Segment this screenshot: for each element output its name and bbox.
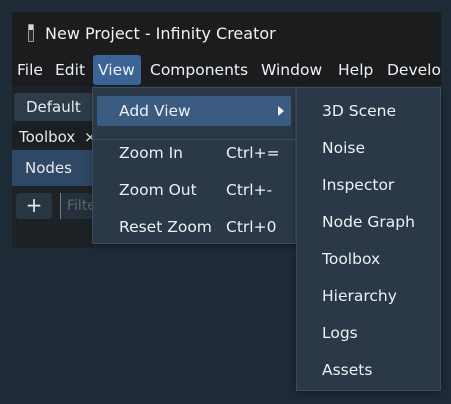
submenu-item-assets[interactable]: Assets bbox=[297, 355, 440, 385]
view-menu-dropdown: Add View Zoom In Ctrl+= Zoom Out Ctrl+- … bbox=[92, 87, 296, 244]
filter-input[interactable]: Filter bbox=[60, 193, 94, 219]
layout-select[interactable]: Default bbox=[14, 93, 94, 121]
submenu-item-toolbox[interactable]: Toolbox bbox=[297, 244, 440, 274]
menu-item-shortcut: Ctrl+= bbox=[226, 144, 280, 162]
menu-item-shortcut: Ctrl+0 bbox=[226, 218, 277, 236]
submenu-item-node-graph[interactable]: Node Graph bbox=[297, 207, 440, 237]
menu-item-label: Zoom Out bbox=[119, 181, 197, 199]
window-title: New Project - Infinity Creator bbox=[45, 23, 276, 43]
submenu-item-noise[interactable]: Noise bbox=[297, 133, 440, 163]
menu-item-zoom-in[interactable]: Zoom In Ctrl+= bbox=[93, 138, 295, 168]
menu-help[interactable]: Help bbox=[333, 54, 378, 86]
add-view-submenu: 3D Scene Noise Inspector Node Graph Tool… bbox=[296, 87, 441, 391]
menu-item-label: Reset Zoom bbox=[119, 218, 212, 236]
menu-edit[interactable]: Edit bbox=[50, 54, 90, 86]
add-button[interactable]: + bbox=[16, 193, 52, 219]
menu-develop[interactable]: Develo bbox=[382, 54, 441, 86]
tab-toolbox[interactable]: Toolbox × bbox=[12, 126, 94, 148]
menu-item-zoom-out[interactable]: Zoom Out Ctrl+- bbox=[93, 175, 295, 205]
submenu-item-logs[interactable]: Logs bbox=[297, 318, 440, 348]
title-bar: New Project - Infinity Creator bbox=[12, 12, 441, 54]
menu-item-shortcut: Ctrl+- bbox=[226, 181, 273, 199]
menu-file[interactable]: File bbox=[12, 54, 48, 86]
menu-view[interactable]: View bbox=[93, 55, 141, 85]
submenu-item-inspector[interactable]: Inspector bbox=[297, 170, 440, 200]
menu-item-reset-zoom[interactable]: Reset Zoom Ctrl+0 bbox=[93, 212, 295, 242]
tab-toolbox-label: Toolbox bbox=[19, 128, 76, 146]
menu-components[interactable]: Components bbox=[145, 54, 253, 86]
menu-window[interactable]: Window bbox=[256, 54, 327, 86]
menu-item-label: Zoom In bbox=[119, 144, 184, 162]
list-item-nodes[interactable]: Nodes bbox=[12, 150, 94, 186]
menu-item-add-view[interactable]: Add View bbox=[97, 96, 291, 126]
submenu-item-hierarchy[interactable]: Hierarchy bbox=[297, 281, 440, 311]
submenu-item-3d-scene[interactable]: 3D Scene bbox=[297, 96, 440, 126]
menu-item-label: Add View bbox=[119, 102, 191, 120]
app-icon bbox=[28, 24, 34, 42]
menu-bar: File Edit View Components Window Help De… bbox=[12, 54, 441, 86]
submenu-arrow-icon bbox=[278, 106, 284, 116]
